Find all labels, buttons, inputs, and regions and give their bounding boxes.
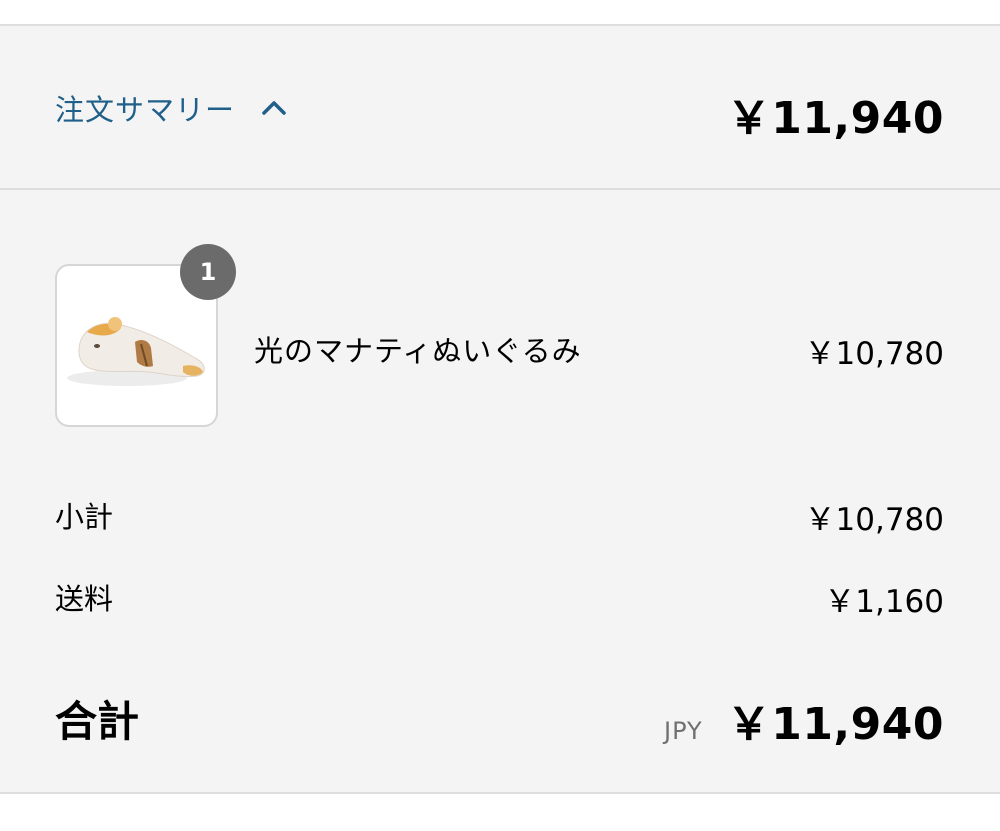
subtotal-label: 小計 bbox=[55, 500, 114, 534]
product-name: 光のマナティぬいぐるみ bbox=[254, 334, 582, 368]
currency-code: JPY bbox=[664, 717, 703, 745]
quantity-badge: 1 bbox=[180, 244, 236, 300]
subtotal-value: ￥10,780 bbox=[804, 502, 944, 538]
shipping-row: 送料 ￥1,160 bbox=[0, 576, 1000, 620]
line-item: 1 光のマナティぬいぐるみ ￥10,780 bbox=[0, 244, 1000, 428]
top-spacer bbox=[0, 0, 1000, 24]
total-amount: JPY ￥11,940 bbox=[664, 688, 944, 752]
chevron-up-icon bbox=[261, 98, 287, 118]
subtotal-row: 小計 ￥10,780 bbox=[0, 494, 1000, 538]
order-summary-toggle-label: 注文サマリー bbox=[55, 93, 236, 127]
order-summary-toggle[interactable]: 注文サマリー bbox=[55, 88, 287, 128]
shipping-value: ￥1,160 bbox=[824, 584, 944, 620]
total-row: 合計 JPY ￥11,940 bbox=[0, 688, 1000, 750]
header-total-price: ￥11,940 bbox=[726, 93, 944, 144]
shipping-label: 送料 bbox=[55, 582, 114, 616]
total-label: 合計 bbox=[55, 697, 140, 746]
order-summary-panel: 注文サマリー ￥11,940 1 光のマナティぬいぐるみ ￥10,780 小計 … bbox=[0, 24, 1000, 794]
product-price: ￥10,780 bbox=[804, 336, 944, 372]
total-value: ￥11,940 bbox=[726, 699, 944, 750]
order-summary-header: 注文サマリー ￥11,940 bbox=[0, 26, 1000, 190]
bottom-spacer bbox=[0, 794, 1000, 831]
